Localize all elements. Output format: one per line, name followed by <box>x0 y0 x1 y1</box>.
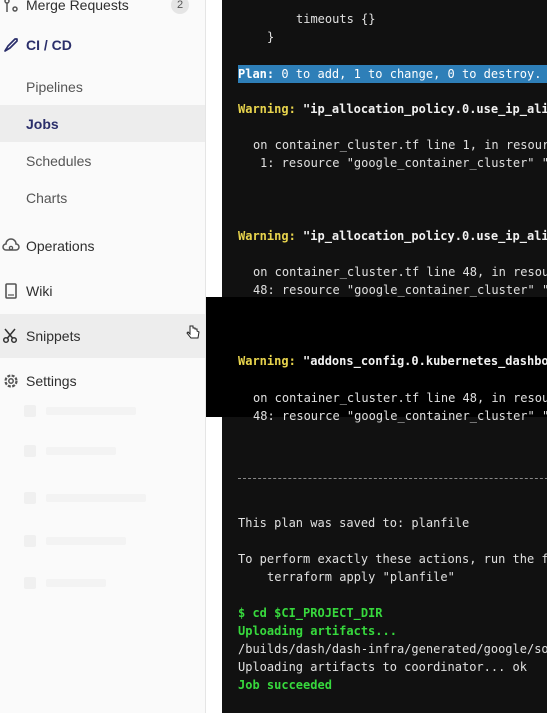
sidebar: Merge Requests 2 CI / CD Pipelines Jobs … <box>0 0 206 713</box>
log-line: 1: resource "google_container_cluster" " <box>260 156 547 170</box>
nav-pipelines[interactable]: Pipelines <box>0 68 205 105</box>
nav-schedules-label: Schedules <box>26 152 92 169</box>
nav-settings-label: Settings <box>26 373 77 389</box>
nav-snippets[interactable]: Snippets <box>0 314 205 358</box>
warning-line: Warning: "ip_allocation_policy.0.use_ip_… <box>238 100 547 118</box>
warning-label: Warning: <box>238 102 296 116</box>
nav-snippets-label: Snippets <box>26 328 81 344</box>
nav-operations[interactable]: Operations <box>0 226 205 266</box>
plan-value: 0 to add, 1 to change, 0 to destroy. <box>274 67 542 81</box>
scissors-icon <box>2 327 20 345</box>
cloud-gear-icon <box>2 237 20 255</box>
merge-request-icon <box>2 0 20 14</box>
rocket-icon <box>2 36 20 54</box>
overlay-shadow <box>206 297 547 417</box>
merge-requests-count-badge: 2 <box>171 0 189 14</box>
plan-summary-line: Plan: 0 to add, 1 to change, 0 to destro… <box>238 65 547 83</box>
gear-icon <box>2 372 20 390</box>
log-line: timeouts {} <box>296 12 376 26</box>
nav-merge-requests[interactable]: Merge Requests 2 <box>0 0 205 25</box>
nav-operations-label: Operations <box>26 238 95 254</box>
nav-schedules[interactable]: Schedules <box>0 142 205 179</box>
nav-charts-label: Charts <box>26 189 68 206</box>
warning-text: "ip_allocation_policy.0.use_ip_ali <box>295 229 547 243</box>
nav-wiki[interactable]: Wiki <box>0 271 205 311</box>
nav-settings[interactable]: Settings <box>0 361 205 401</box>
warning-line: Warning: "ip_allocation_policy.0.use_ip_… <box>238 227 547 245</box>
nav-merge-requests-label: Merge Requests <box>26 0 129 13</box>
nav-jobs-label: Jobs <box>26 115 59 132</box>
nav-ci-cd[interactable]: CI / CD <box>0 25 205 65</box>
warning-text: "ip_allocation_policy.0.use_ip_ali <box>295 102 547 116</box>
nav-jobs[interactable]: Jobs <box>0 105 205 142</box>
log-line: on container_cluster.tf line 48, in reso… <box>253 265 547 279</box>
plan-label: Plan: <box>238 67 275 81</box>
log-line: } <box>267 30 275 44</box>
warning-label: Warning: <box>238 229 296 243</box>
nav-charts[interactable]: Charts <box>0 179 205 216</box>
log-line: on container_cluster.tf line 1, in resou… <box>253 138 547 152</box>
nav-pipelines-label: Pipelines <box>26 78 83 95</box>
nav-ci-cd-label: CI / CD <box>26 37 72 53</box>
nav-wiki-label: Wiki <box>26 283 53 299</box>
book-icon <box>2 282 20 300</box>
hand-pointer-cursor-icon <box>186 324 202 343</box>
